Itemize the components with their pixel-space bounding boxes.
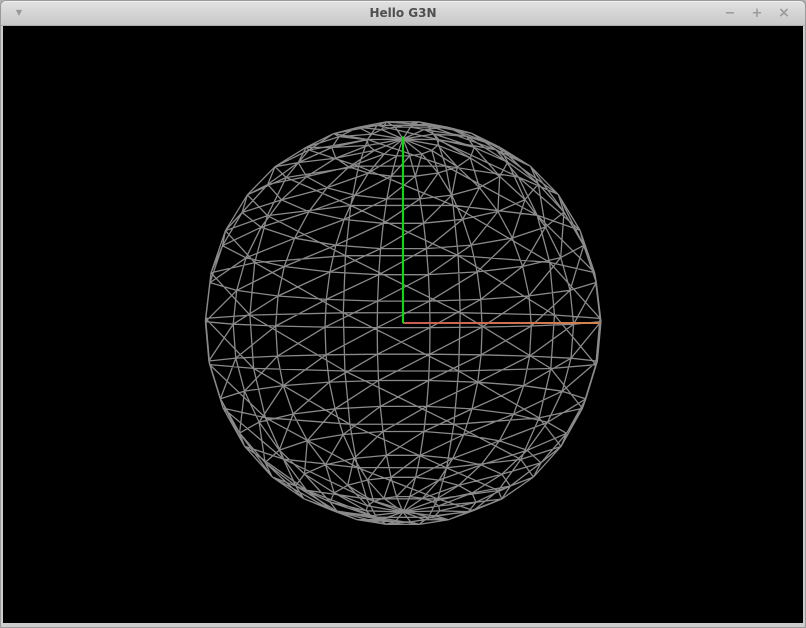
app-window: ▼ Hello G3N − + × — [0, 0, 806, 628]
chevron-down-icon: ▼ — [16, 8, 22, 17]
window-menu-button[interactable]: ▼ — [11, 9, 27, 17]
window-controls: − + × — [712, 1, 805, 26]
window-title: Hello G3N — [1, 1, 805, 25]
minimize-button[interactable]: − — [721, 1, 739, 26]
close-button[interactable]: × — [775, 1, 793, 26]
titlebar[interactable]: ▼ Hello G3N − + × — [1, 1, 805, 26]
render-viewport[interactable] — [3, 26, 803, 623]
maximize-button[interactable]: + — [748, 1, 766, 26]
